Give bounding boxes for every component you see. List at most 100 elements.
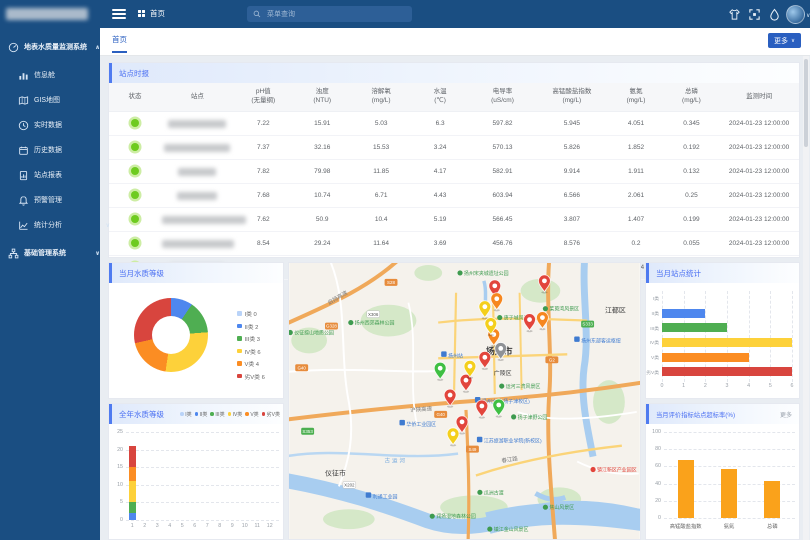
park-poi-icon	[430, 514, 435, 519]
water-drop-icon[interactable]	[768, 8, 781, 21]
poi-icon	[477, 437, 482, 442]
sidebar-item-0[interactable]: 信息舱	[0, 64, 118, 86]
map-poi-label: 扬州东部客运枢纽	[581, 337, 621, 344]
poi-icon	[441, 351, 446, 356]
clock-icon	[18, 120, 29, 131]
station-report-table: 状态站点pH值(无量纲)浊度(NTU)溶解氧(mg/L)水温(℃)电导率(uS/…	[109, 83, 799, 280]
hbar-bar[interactable]	[662, 367, 792, 376]
map-park-label: 扬子津野公园	[518, 414, 548, 421]
hbar-bar[interactable]	[662, 323, 727, 332]
layout-capture-icon[interactable]	[748, 8, 761, 21]
exceed-rate-bar[interactable]	[764, 481, 780, 518]
exceed-rate-bar[interactable]	[678, 460, 694, 518]
breadcrumb[interactable]: 首页	[138, 8, 165, 19]
sidebar-item-3[interactable]: 历史数据	[0, 139, 118, 161]
exceed-rate-bar-chart: 020406080100高锰酸盐指数氨氮总磷	[646, 424, 799, 539]
table-row[interactable]: 8.5429.2411.643.69456.768.5760.20.055202…	[109, 232, 799, 256]
legend-item[interactable]: IV类	[228, 411, 243, 418]
tab-home[interactable]: 首页	[112, 34, 127, 53]
map-park-label: 镇江金山风景区	[494, 526, 529, 533]
station-name-redacted	[164, 144, 230, 152]
chevron-icon: ∨	[106, 222, 110, 229]
road-shield-label: S353	[302, 429, 313, 434]
sidebar-group-basic-mgmt[interactable]: 基础管理系统∨	[0, 242, 108, 264]
sidebar-group-surface-water[interactable]: 地表水质量监测系统∧	[0, 36, 108, 58]
vertical-scrollbar[interactable]	[803, 55, 809, 540]
station-name-redacted	[162, 216, 246, 224]
station-name-redacted	[177, 192, 217, 200]
table-row[interactable]: 7.6250.910.45.19566.453.8071.4070.199202…	[109, 208, 799, 232]
breadcrumb-label: 首页	[150, 8, 165, 19]
status-indicator	[131, 119, 139, 127]
map-park-label: 润扬湿地森林公园	[436, 513, 476, 520]
year-quality-stacked-chart: 0510152025123456789101112	[109, 424, 283, 539]
panel-title-exceed-rate: 当月评价指标站点超标率(%) 更多	[646, 404, 799, 424]
road-shield-label: X202	[344, 483, 355, 488]
hbar-bar[interactable]	[662, 338, 792, 347]
legend-item[interactable]: I类	[180, 411, 191, 418]
skin-theme-icon[interactable]	[728, 8, 741, 21]
org-icon	[8, 248, 19, 259]
exceed-rate-bar[interactable]	[721, 469, 737, 518]
park-poi-icon	[477, 490, 482, 495]
history-icon	[18, 145, 29, 156]
legend-item[interactable]: III类 3	[237, 334, 265, 343]
legend-item[interactable]: 劣V类 6	[237, 372, 265, 381]
sidebar-item-2[interactable]: 实时数据	[0, 114, 118, 136]
table-row[interactable]: 7.6810.746.714.43603.946.5662.0610.25202…	[109, 184, 799, 208]
table-row[interactable]: 7.2215.915.036.3597.825.9454.0510.345202…	[109, 112, 799, 136]
exceed-rate-more-link[interactable]: 更多	[780, 410, 792, 419]
hamburger-menu-icon[interactable]	[112, 9, 126, 19]
table-row[interactable]: 7.3732.1615.533.24570.135.8261.8520.1922…	[109, 136, 799, 160]
more-button[interactable]: 更多∨	[768, 33, 801, 48]
map-icon	[18, 95, 29, 106]
sidebar-item-1[interactable]: GIS地图	[0, 89, 118, 111]
legend-item[interactable]: V类 4	[237, 359, 265, 368]
column-header: 水温(℃)	[411, 83, 470, 112]
park-poi-icon	[499, 384, 504, 389]
legend-item[interactable]: V类	[245, 411, 258, 418]
road-shield-label: S28	[387, 280, 395, 285]
sidebar-item-4[interactable]: 站点报表	[0, 164, 118, 186]
sidebar-item-5[interactable]: 预警管理	[0, 189, 118, 211]
month-station-stats-panel: 当月站点统计 0123456I类II类III类IV类V类劣V类	[645, 262, 800, 399]
sidebar-item-6[interactable]: 统计分析∨	[0, 214, 118, 236]
user-menu-caret[interactable]: ∨	[806, 12, 810, 19]
menu-search	[247, 6, 412, 22]
park-poi-icon	[487, 526, 492, 531]
legend-item[interactable]: II类	[195, 411, 208, 418]
search-input[interactable]	[265, 10, 406, 19]
hbar-bar[interactable]	[662, 353, 749, 362]
sidebar: 地表水质量监测系统∧信息舱GIS地图实时数据历史数据站点报表预警管理统计分析∨基…	[0, 0, 100, 540]
user-avatar[interactable]	[786, 5, 805, 24]
report-icon	[18, 170, 29, 181]
poi-icon	[366, 492, 371, 497]
gis-map[interactable]: G40G328S28G2S49G40S353S333X306X202 扬州市江都…	[289, 263, 640, 539]
chevron-icon: ∧	[95, 44, 100, 51]
map-poi-label: 江苏旅游职业学院(新校区)	[484, 438, 542, 445]
map-park-label: 扬州宋夹城遗址公园	[464, 270, 509, 277]
stacked-bar-segment[interactable]	[129, 513, 136, 520]
stacked-bar-segment[interactable]	[129, 481, 136, 502]
legend-item[interactable]: 劣V类	[262, 411, 280, 418]
hbar-bar[interactable]	[662, 309, 705, 318]
map-poi-label: 扬州站	[448, 352, 463, 359]
status-indicator	[131, 167, 139, 175]
stacked-bar-segment[interactable]	[129, 467, 136, 481]
park-poi-icon	[457, 270, 462, 275]
legend-item[interactable]: III类	[210, 411, 224, 418]
road-shield-label: G40	[297, 365, 306, 370]
legend-item[interactable]: I类 0	[237, 309, 265, 318]
map-poi-label: 华侨工业园区	[406, 421, 436, 428]
table-row[interactable]: 7.8279.9811.854.17582.919.9141.9110.1322…	[109, 160, 799, 184]
road-shield-label: S333	[582, 322, 593, 327]
gauge-icon	[8, 42, 19, 53]
stacked-bar-segment[interactable]	[129, 446, 136, 467]
map-water-label: 古运河	[385, 457, 407, 465]
station-name-redacted	[178, 168, 216, 176]
map-city-label: 广陵区	[494, 369, 512, 377]
legend-item[interactable]: IV类 6	[237, 347, 265, 356]
stacked-bar-segment[interactable]	[129, 502, 136, 513]
legend-item[interactable]: II类 2	[237, 322, 265, 331]
map-park-label: 茱萸湾风景区	[549, 306, 579, 313]
